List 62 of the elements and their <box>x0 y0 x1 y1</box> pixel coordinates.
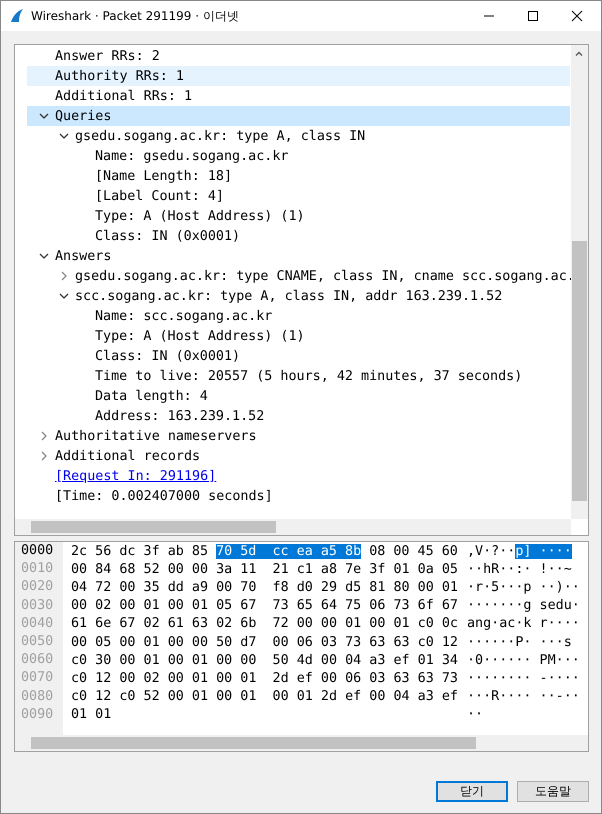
tree-item[interactable]: Type: A (Host Address) (1) <box>95 328 305 344</box>
ascii-text: ·r·5···p ··)·· <box>467 580 580 595</box>
hex-bytes: 2c 56 dc 3f ab 85 <box>71 544 208 559</box>
tree-item[interactable]: Queries <box>55 108 112 124</box>
hex-bytes: 61 6e 67 02 61 63 02 6b 72 00 00 01 00 01 c0 0c <box>71 616 458 632</box>
tree-item[interactable]: Class: IN (0x0001) <box>95 228 240 244</box>
hex-bytes: 00 84 68 52 00 00 3a 11 21 c1 a8 7e 3f 01 0a 05 <box>71 562 458 577</box>
ascii-text: ······P· ···s <box>467 634 572 650</box>
ascii-text: ·· <box>467 707 484 722</box>
chevron-down-icon[interactable] <box>39 251 49 261</box>
hex-bytes: 70 5d cc ea a5 8b <box>216 544 362 559</box>
tree-item[interactable]: Authoritative nameservers <box>55 428 257 444</box>
ascii-text: ········ -···· <box>467 670 580 686</box>
vertical-scrollbar[interactable] <box>571 45 588 519</box>
dialog-button[interactable]: 도움말 <box>517 781 589 802</box>
hex-bytes: 01 01 <box>71 707 112 722</box>
chevron-right-icon[interactable] <box>59 271 69 281</box>
ascii-text: ·0······ PM··· <box>467 652 580 668</box>
ascii-text: ,V·?·· <box>467 544 516 559</box>
tree-item[interactable]: [Label Count: 4] <box>95 188 224 204</box>
horizontal-scrollbar[interactable] <box>15 519 571 535</box>
hex-bytes: c0 12 c0 52 00 01 00 01 00 01 2d ef 00 04 a3 ef <box>71 689 458 704</box>
chevron-down-icon[interactable] <box>59 131 69 141</box>
ascii-text: p] ···· <box>515 544 572 559</box>
chevron-down-icon[interactable] <box>39 111 49 121</box>
tree-item[interactable]: [Name Length: 18] <box>95 168 232 184</box>
tree-item[interactable]: Address: 163.239.1.52 <box>95 408 264 424</box>
tree-item[interactable]: Name: scc.sogang.ac.kr <box>95 308 272 324</box>
hex-bytes: 04 72 00 35 dd a9 00 70 f8 d0 29 d5 81 80 00 01 <box>71 580 458 595</box>
tree-item[interactable]: Additional RRs: 1 <box>55 88 192 104</box>
tree-item[interactable]: Type: A (Host Address) (1) <box>95 208 305 224</box>
tree-item[interactable]: Answer RRs: 2 <box>55 48 160 64</box>
tree-item[interactable]: [Time: 0.002407000 seconds] <box>55 488 273 504</box>
horizontal-scrollbar[interactable] <box>15 735 588 751</box>
dialog-button[interactable]: 닫기 <box>436 781 508 802</box>
hex-bytes: 00 02 00 01 00 01 05 67 73 65 64 75 06 73 6f 67 <box>71 598 458 614</box>
hex-bytes: c0 12 00 02 00 01 00 01 2d ef 00 06 03 63 63 73 <box>71 670 458 686</box>
tree-item[interactable]: gsedu.sogang.ac.kr: type A, class IN <box>75 128 366 144</box>
close-icon[interactable] <box>571 10 583 22</box>
tree-item[interactable]: Authority RRs: 1 <box>55 68 184 84</box>
tree-item[interactable]: scc.sogang.ac.kr: type A, class IN, addr 163.239.1.52 <box>75 288 502 304</box>
hex-bytes: 00 05 00 01 00 00 50 d7 00 06 03 73 63 63 c0 12 <box>71 634 458 650</box>
ascii-text: ···R···· ··-·· <box>467 689 580 704</box>
request-link[interactable]: [Request In: 291196] <box>55 468 216 484</box>
hex-bytes: 08 00 45 60 <box>369 544 458 559</box>
tree-item[interactable]: Data length: 4 <box>95 388 208 404</box>
ascii-text: ·······g sedu· <box>467 598 580 614</box>
chevron-right-icon[interactable] <box>39 431 49 441</box>
tree-item[interactable]: gsedu.sogang.ac.kr: type CNAME, class IN, cname scc.sogang.ac. <box>75 268 575 284</box>
tree-item[interactable]: Time to live: 20557 (5 hours, 42 minutes, 37 seconds) <box>95 368 522 384</box>
maximize-icon[interactable] <box>527 10 539 22</box>
ascii-text: ang·ac·k r···· <box>467 616 580 632</box>
window-title: Wireshark · Packet 291199 · 이더넷 <box>31 8 240 24</box>
tree-item[interactable]: Name: gsedu.sogang.ac.kr <box>95 148 288 164</box>
tree-item[interactable]: Class: IN (0x0001) <box>95 348 240 364</box>
tree-item[interactable]: Answers <box>55 248 112 264</box>
hex-bytes: c0 30 00 01 00 01 00 00 50 4d 00 04 a3 ef 01 34 <box>71 652 458 668</box>
tree-item[interactable]: Additional records <box>55 448 200 464</box>
fin-icon <box>9 8 25 24</box>
chevron-right-icon[interactable] <box>39 451 49 461</box>
chevron-down-icon[interactable] <box>59 291 69 301</box>
ascii-text: ··hR··:· !··~ <box>467 562 572 577</box>
